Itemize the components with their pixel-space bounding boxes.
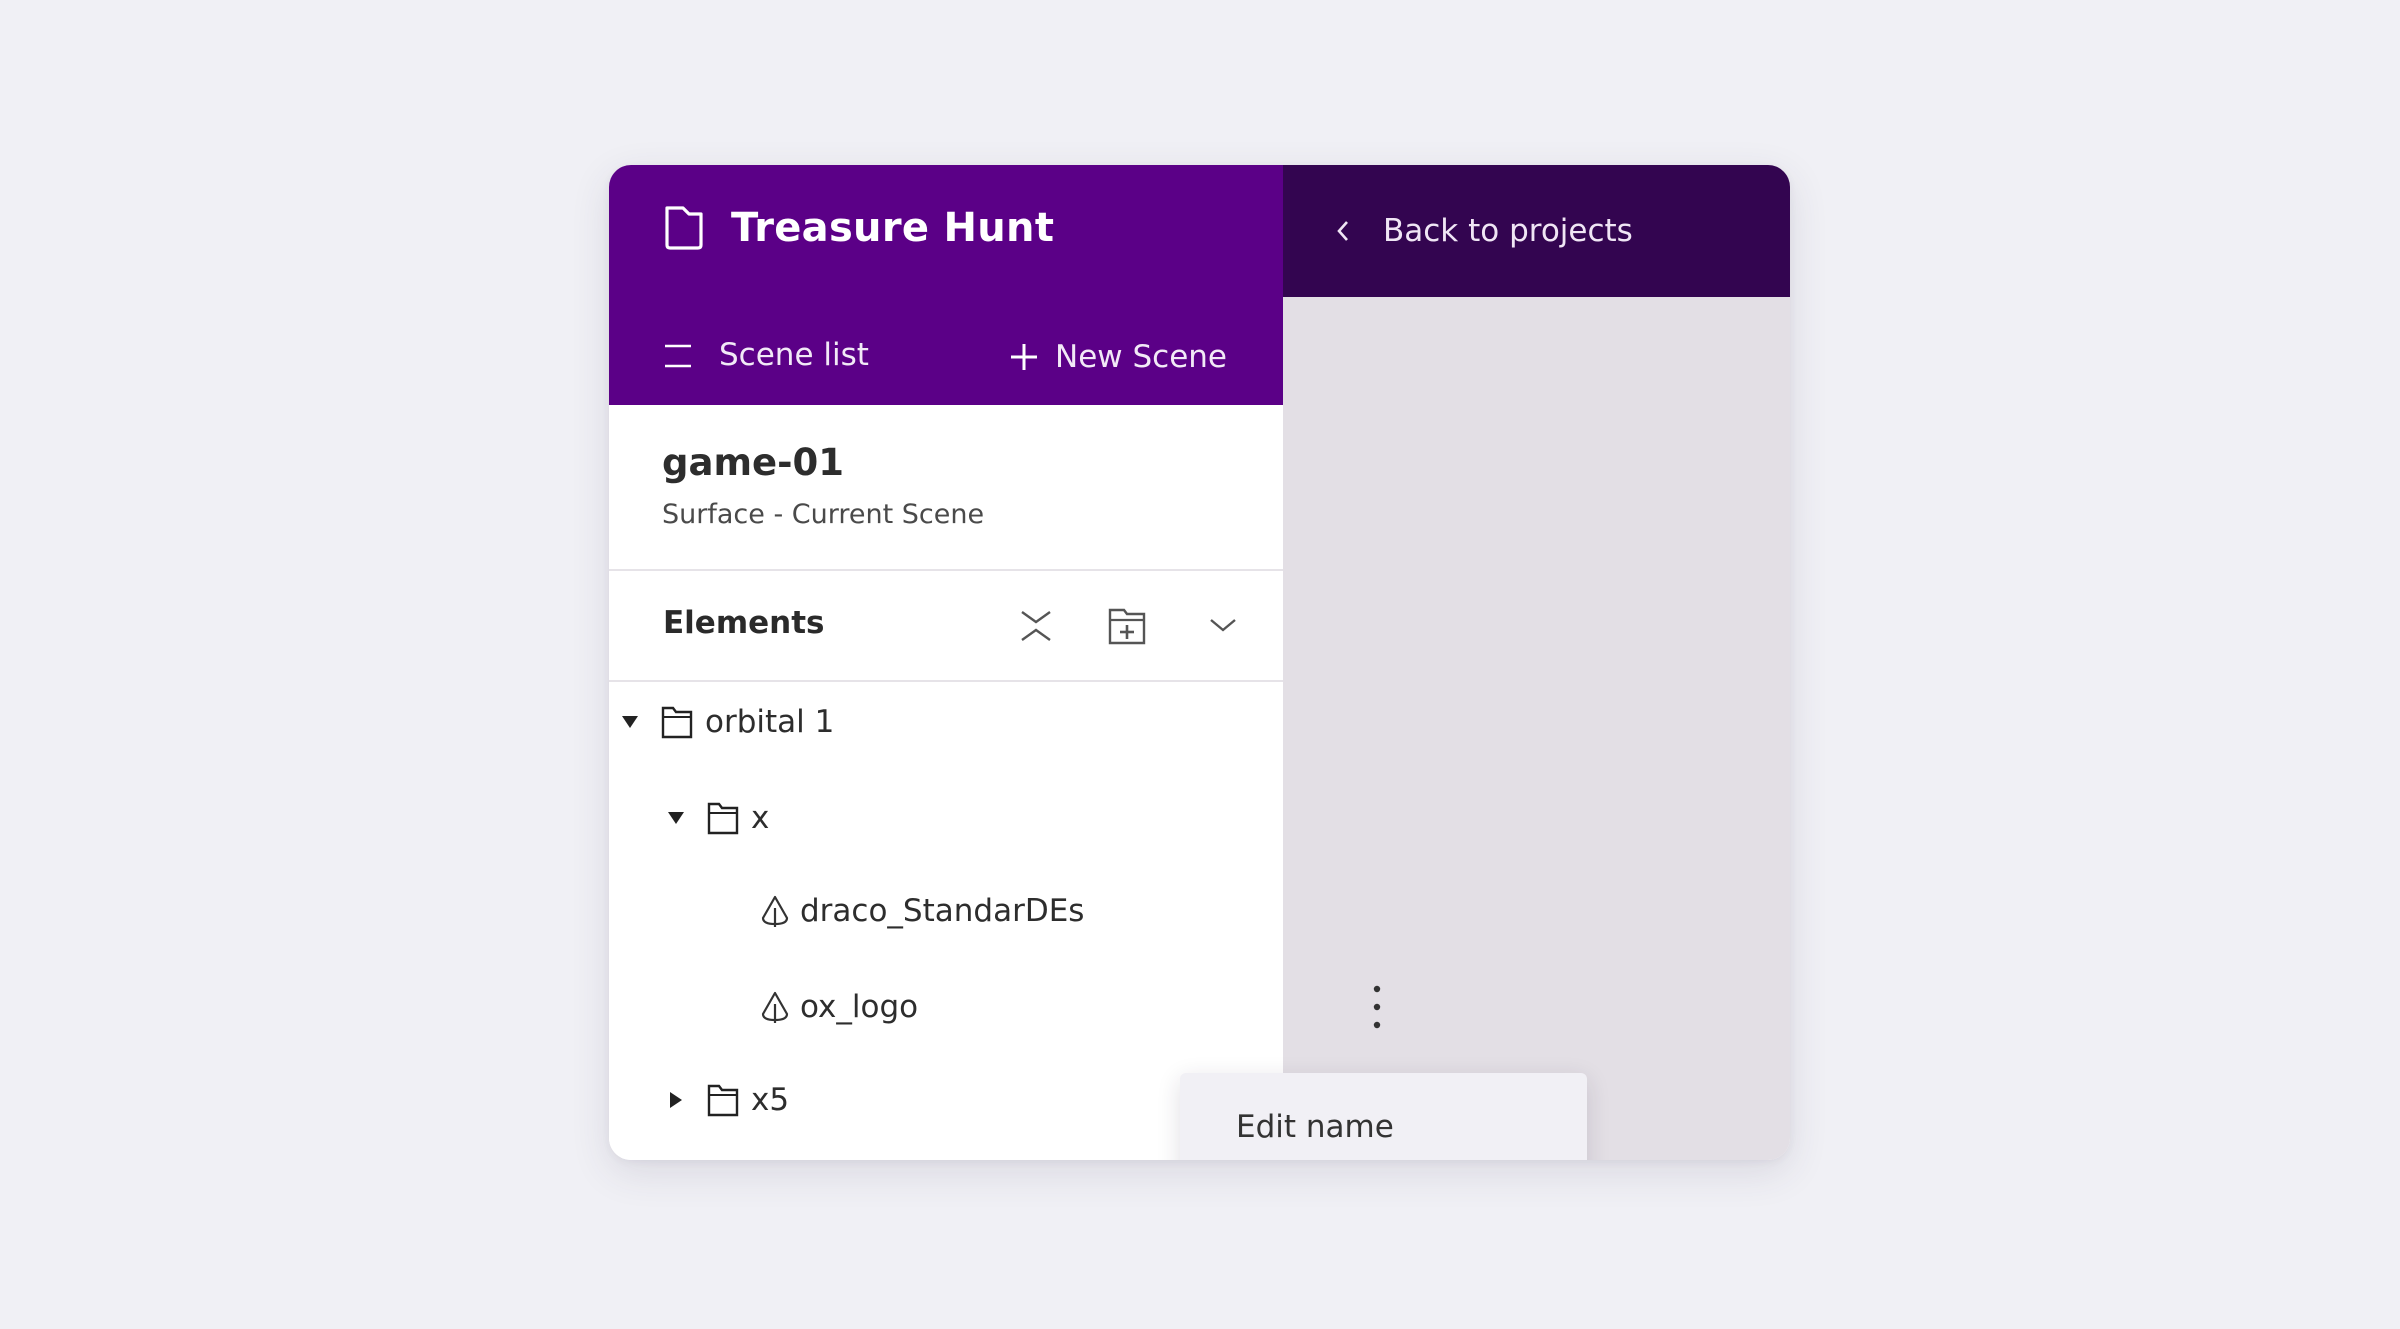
menu-item-label: Edit name (1236, 1109, 1394, 1145)
back-to-projects-label: Back to projects (1383, 213, 1633, 249)
left-panel: Treasure Hunt Scene list New Scene game-… (609, 165, 1381, 1160)
mesh-object-icon (761, 991, 789, 1023)
caret-right-icon (670, 1092, 682, 1108)
project-title: Treasure Hunt (731, 205, 1055, 251)
collapse-all-button[interactable] (1015, 605, 1057, 647)
elements-header: Elements (609, 571, 1283, 682)
item-menu-button[interactable] (1362, 981, 1392, 1033)
folder-icon (707, 802, 739, 835)
expand-toggle[interactable] (619, 711, 641, 733)
caret-down-icon (622, 716, 638, 728)
folder-icon (665, 206, 703, 250)
scene-name: game-01 (662, 441, 844, 484)
tree-item-label: draco_StandarDEs (800, 893, 1085, 929)
tree-item-label: x5 (751, 1082, 790, 1118)
menu-item-edit-name[interactable]: Edit name (1180, 1095, 1587, 1159)
tree-item-orbital-1[interactable]: orbital 1 (609, 682, 1293, 762)
current-scene-info: game-01 Surface - Current Scene (609, 405, 1283, 571)
list-icon (665, 344, 691, 368)
more-vertical-icon (1373, 985, 1381, 1029)
caret-down-icon (668, 812, 684, 824)
new-scene-label: New Scene (1055, 339, 1227, 375)
expand-toggle[interactable] (665, 807, 687, 829)
tree-item-ox-logo[interactable]: ox_logo (609, 967, 1434, 1047)
new-scene-button[interactable]: New Scene (1009, 331, 1227, 383)
folder-icon (661, 706, 693, 739)
tree-item-label: orbital 1 (705, 704, 835, 740)
expand-toggle[interactable] (665, 1089, 687, 1111)
project-title-row: Treasure Hunt (663, 203, 1054, 253)
chevron-left-icon (1337, 221, 1348, 241)
element-context-menu: Edit name (1180, 1073, 1587, 1160)
folder-plus-icon (1108, 608, 1146, 645)
chevron-down-icon (1210, 619, 1236, 632)
editor-window: Treasure Hunt Scene list New Scene game-… (609, 165, 1790, 1160)
top-bar: Back to projects (1283, 165, 1790, 297)
elements-title: Elements (663, 605, 825, 641)
tree-item-label: ox_logo (800, 989, 919, 1025)
folder-icon (707, 1084, 739, 1117)
tree-item-label: x (751, 800, 770, 836)
mesh-object-icon (761, 895, 789, 927)
scene-list-button[interactable]: Scene list (663, 329, 869, 381)
back-to-projects-button[interactable]: Back to projects (1333, 205, 1633, 257)
collapse-all-icon (1021, 611, 1051, 641)
tree-item-draco-standardes[interactable]: draco_StandarDEs (609, 871, 1434, 951)
new-folder-button[interactable] (1106, 605, 1148, 647)
scene-toolbar: Scene list New Scene (609, 325, 1283, 385)
project-header: Treasure Hunt Scene list New Scene (609, 165, 1283, 405)
plus-icon (1011, 344, 1038, 370)
scene-subtitle: Surface - Current Scene (662, 499, 985, 530)
elements-options-button[interactable] (1202, 605, 1244, 647)
scene-list-label: Scene list (719, 337, 869, 373)
tree-item-x[interactable]: x (609, 778, 1339, 858)
